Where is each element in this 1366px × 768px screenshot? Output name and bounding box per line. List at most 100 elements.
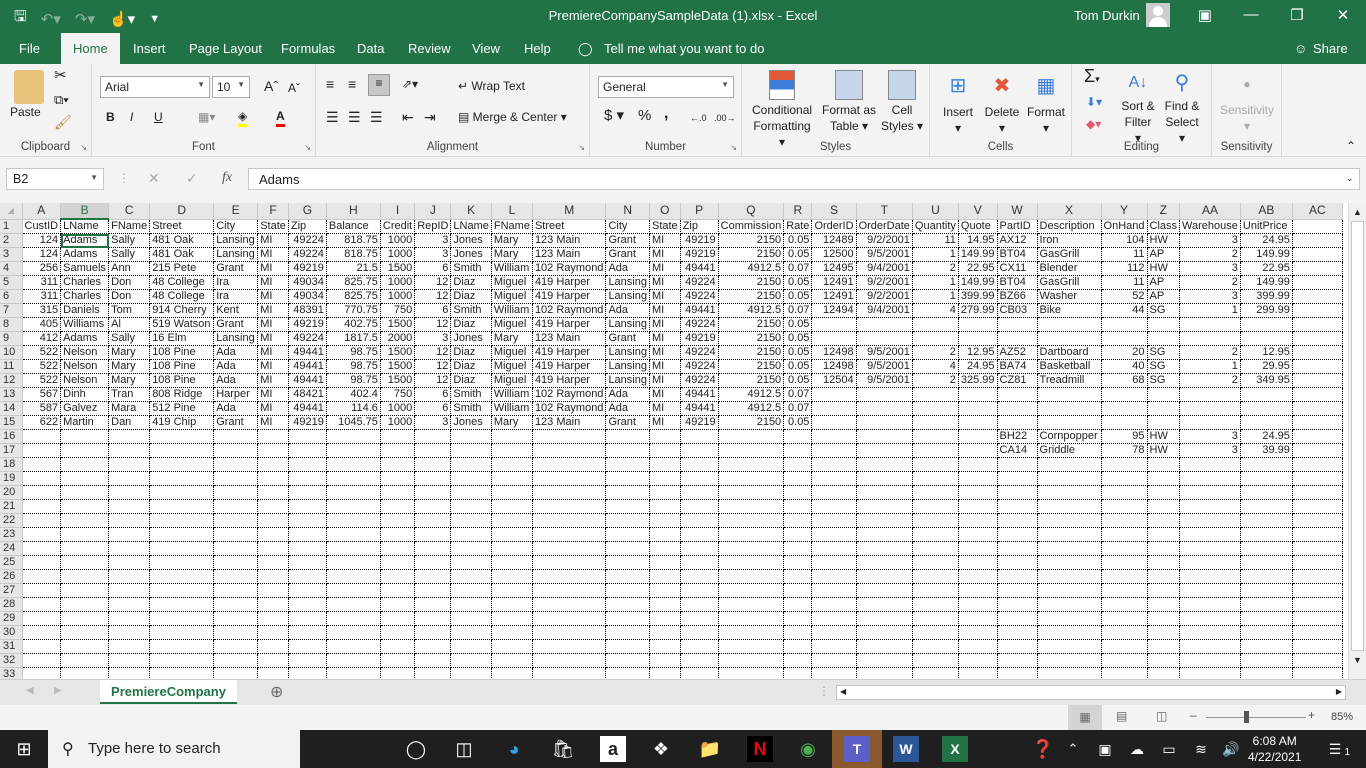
cell-w6[interactable]: BZ66	[997, 289, 1038, 304]
cell-aa22[interactable]	[1179, 513, 1241, 528]
cell-aa33[interactable]	[1179, 667, 1241, 679]
cell-p28[interactable]	[680, 597, 719, 612]
cell-m14[interactable]: 102 Raymond	[532, 401, 607, 416]
cell-z32[interactable]	[1147, 653, 1181, 668]
cell-p24[interactable]	[680, 541, 719, 556]
cell-k24[interactable]	[450, 541, 492, 556]
cell-s22[interactable]	[811, 513, 857, 528]
cell-x20[interactable]	[1037, 485, 1102, 500]
formula-input[interactable]: Adams	[248, 168, 1360, 190]
cell-c20[interactable]	[108, 485, 151, 500]
cell-w12[interactable]: CZ81	[997, 373, 1038, 388]
cell-h33[interactable]	[326, 667, 381, 679]
cell-d17[interactable]	[149, 443, 215, 458]
column-header-q[interactable]: Q	[718, 203, 785, 220]
cell-g8[interactable]: 49219	[288, 317, 327, 332]
cell-l13[interactable]: William	[491, 387, 533, 402]
cell-s18[interactable]	[811, 457, 857, 472]
row-header[interactable]: 20	[0, 485, 23, 500]
cell-r26[interactable]	[783, 569, 813, 584]
cell-k19[interactable]	[450, 471, 492, 486]
cell-e16[interactable]	[213, 429, 259, 444]
cell-t2[interactable]: 9/2/2001	[856, 233, 913, 248]
cell-v21[interactable]	[958, 499, 998, 514]
cell-r4[interactable]: 0.07	[783, 261, 813, 276]
cell-i28[interactable]	[380, 597, 416, 612]
cell-aa3[interactable]: 2	[1179, 247, 1241, 262]
cell-k22[interactable]	[450, 513, 492, 528]
cell-l32[interactable]	[491, 653, 533, 668]
cell-m20[interactable]	[532, 485, 607, 500]
orientation-icon[interactable]: ⇗▾	[402, 76, 418, 92]
cell-ab6[interactable]: 399.99	[1240, 289, 1293, 304]
cell-h5[interactable]: 825.75	[326, 275, 381, 290]
cell-w28[interactable]	[997, 597, 1038, 612]
cell-s5[interactable]: 12491	[811, 275, 857, 290]
cell-c31[interactable]	[108, 639, 151, 654]
cell-w16[interactable]: BH22	[997, 429, 1038, 444]
chrome-icon[interactable]: ◉	[795, 736, 821, 762]
cell-k23[interactable]	[450, 527, 492, 542]
cell-j30[interactable]	[414, 625, 452, 640]
cell-y22[interactable]	[1101, 513, 1148, 528]
cell-m12[interactable]: 419 Harper	[532, 373, 607, 388]
cell-r18[interactable]	[783, 457, 813, 472]
cell-p5[interactable]: 49224	[680, 275, 719, 290]
cell-x4[interactable]: Blender	[1037, 261, 1102, 276]
cell-d24[interactable]	[149, 541, 215, 556]
cell-g29[interactable]	[288, 611, 327, 626]
cell-l19[interactable]	[491, 471, 533, 486]
cell-f14[interactable]: MI	[257, 401, 289, 416]
tab-insert[interactable]: Insert	[133, 41, 166, 56]
cell-w9[interactable]	[997, 331, 1038, 346]
increase-font-icon[interactable]: Aˆ	[264, 78, 278, 94]
cell-q28[interactable]	[718, 597, 785, 612]
task-view-icon[interactable]: ◫	[451, 736, 477, 762]
normal-view-icon[interactable]: ▦	[1068, 705, 1102, 730]
cell-n12[interactable]: Lansing	[605, 373, 650, 388]
cell-c5[interactable]: Don	[108, 275, 151, 290]
cell-n31[interactable]	[605, 639, 650, 654]
cell-d31[interactable]	[149, 639, 215, 654]
font-name-select[interactable]: Arial ▼	[100, 76, 210, 98]
cell-o15[interactable]: MI	[649, 415, 681, 430]
cell-u5[interactable]: 1	[912, 275, 959, 290]
cell-j12[interactable]: 12	[414, 373, 452, 388]
cell-s17[interactable]	[811, 443, 857, 458]
cell-ab24[interactable]	[1240, 541, 1293, 556]
cell-a6[interactable]: 311	[22, 289, 62, 304]
cell-v13[interactable]	[958, 387, 998, 402]
cell-n4[interactable]: Ada	[605, 261, 650, 276]
cell-g31[interactable]	[288, 639, 327, 654]
cell-ac2[interactable]	[1292, 233, 1343, 248]
cell-ab27[interactable]	[1240, 583, 1293, 598]
cell-t5[interactable]: 9/2/2001	[856, 275, 913, 290]
row-header[interactable]: 4	[0, 261, 23, 276]
cell-o12[interactable]: MI	[649, 373, 681, 388]
cell-y3[interactable]: 11	[1101, 247, 1148, 262]
currency-button[interactable]: $ ▾	[604, 108, 624, 124]
cell-k18[interactable]	[450, 457, 492, 472]
row-header[interactable]: 15	[0, 415, 23, 430]
cell-r1[interactable]: Rate	[783, 219, 813, 234]
cell-t23[interactable]	[856, 527, 913, 542]
cell-l3[interactable]: Mary	[491, 247, 533, 262]
cell-y12[interactable]: 68	[1101, 373, 1148, 388]
cell-e7[interactable]: Kent	[213, 303, 259, 318]
cell-g24[interactable]	[288, 541, 327, 556]
cell-r12[interactable]: 0.05	[783, 373, 813, 388]
cell-u21[interactable]	[912, 499, 959, 514]
paste-icon[interactable]	[14, 70, 44, 104]
cell-x6[interactable]: Washer	[1037, 289, 1102, 304]
cell-y23[interactable]	[1101, 527, 1148, 542]
cell-q31[interactable]	[718, 639, 785, 654]
cell-q26[interactable]	[718, 569, 785, 584]
dialog-launcher-icon[interactable]: ↘	[304, 143, 311, 152]
cell-c28[interactable]	[108, 597, 151, 612]
cell-ac14[interactable]	[1292, 401, 1343, 416]
cell-t15[interactable]	[856, 415, 913, 430]
cell-o9[interactable]: MI	[649, 331, 681, 346]
cell-b22[interactable]	[60, 513, 110, 528]
cell-b31[interactable]	[60, 639, 110, 654]
next-sheet-icon[interactable]: ▶	[54, 685, 62, 696]
